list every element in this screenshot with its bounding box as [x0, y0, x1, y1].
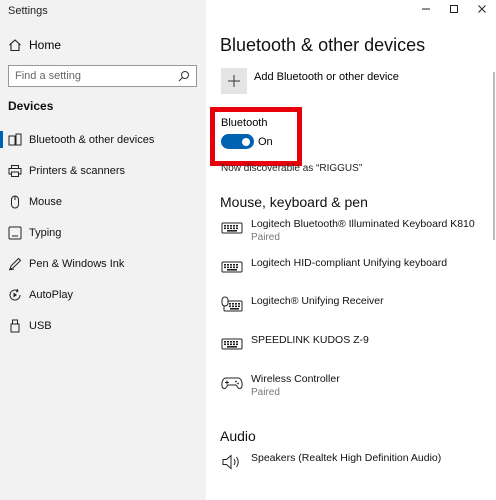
device-item-speedlink[interactable]: SPEEDLINK KUDOS Z-9: [221, 334, 369, 353]
printer-icon: [8, 164, 22, 177]
discoverable-text: Now discoverable as “RIGGUS”: [221, 163, 363, 174]
add-device-button[interactable]: Add Bluetooth or other device: [221, 68, 399, 94]
device-item-speakers[interactable]: Speakers (Realtek High Definition Audio): [221, 452, 441, 471]
device-item-wireless-controller[interactable]: Wireless Controller Paired: [221, 373, 340, 398]
device-item-hid-keyboard[interactable]: Logitech HID-compliant Unifying keyboard: [221, 257, 447, 276]
toggle-knob: [242, 137, 250, 146]
mouse-icon: [11, 195, 19, 208]
device-status: Paired: [251, 232, 280, 243]
home-icon: [9, 39, 21, 52]
sidebar-item-label: AutoPlay: [29, 288, 74, 301]
sidebar-item-label: Printers & scanners: [29, 164, 125, 177]
device-name: Wireless Controller: [251, 373, 340, 385]
device-name: Speakers (Realtek High Definition Audio): [251, 452, 442, 464]
search-input[interactable]: Find a setting: [8, 65, 197, 87]
keyboard-icon: [221, 261, 243, 273]
sidebar-item-label: Bluetooth & other devices: [29, 133, 155, 146]
sidebar-item-printers[interactable]: Printers & scanners: [0, 155, 206, 186]
home-label: Home: [29, 38, 62, 52]
app-title: Settings: [8, 5, 48, 17]
audio-section-title: Audio: [220, 428, 256, 444]
gamepad-icon: [221, 377, 243, 390]
search-icon[interactable]: [178, 70, 190, 82]
sidebar-item-pen[interactable]: Pen & Windows Ink: [0, 248, 206, 279]
bluetooth-icon: [8, 133, 22, 145]
keyboard-mouse-icon: [221, 296, 243, 312]
speaker-icon: [222, 454, 239, 470]
device-name: Logitech Bluetooth® Illuminated Keyboard…: [251, 218, 475, 230]
sidebar-item-label: USB: [29, 319, 52, 332]
sidebar-item-mouse[interactable]: Mouse: [0, 186, 206, 217]
device-item-keyboard-k810[interactable]: Logitech Bluetooth® Illuminated Keyboard…: [221, 218, 475, 243]
home-link[interactable]: Home: [8, 37, 61, 53]
sidebar-item-typing[interactable]: Typing: [0, 217, 206, 248]
bluetooth-toggle[interactable]: [221, 134, 254, 149]
sidebar-item-label: Pen & Windows Ink: [29, 257, 125, 270]
mouse-section-title: Mouse, keyboard & pen: [220, 194, 368, 210]
scrollbar[interactable]: [493, 72, 495, 240]
bluetooth-state: On: [258, 136, 273, 148]
keyboard-icon: [221, 338, 243, 350]
sidebar-nav: Bluetooth & other devices Printers & sca…: [0, 124, 206, 341]
sidebar-item-bluetooth[interactable]: Bluetooth & other devices: [0, 124, 206, 155]
device-status: Paired: [251, 387, 280, 398]
main-panel: Bluetooth & other devices Add Bluetooth …: [206, 0, 496, 500]
sidebar-item-autoplay[interactable]: AutoPlay: [0, 279, 206, 310]
plus-box: [221, 68, 247, 94]
sidebar-item-usb[interactable]: USB: [0, 310, 206, 341]
keyboard-icon: [8, 226, 22, 239]
device-name: Logitech HID-compliant Unifying keyboard: [251, 257, 448, 269]
keyboard-icon: [221, 222, 243, 234]
sidebar-item-label: Typing: [29, 226, 62, 239]
plus-icon: [228, 75, 240, 87]
device-name: SPEEDLINK KUDOS Z-9: [251, 334, 369, 346]
device-name: Logitech® Unifying Receiver: [251, 295, 384, 307]
bluetooth-label: Bluetooth: [221, 117, 268, 129]
usb-icon: [10, 319, 20, 332]
autoplay-icon: [9, 288, 21, 300]
add-device-label: Add Bluetooth or other device: [254, 71, 399, 83]
sidebar: Settings Home Find a setting Devices Blu…: [0, 0, 206, 500]
pen-icon: [8, 257, 22, 270]
page-title: Bluetooth & other devices: [220, 35, 426, 55]
section-title-devices: Devices: [8, 99, 54, 113]
search-placeholder: Find a setting: [15, 70, 82, 82]
device-item-unifying-receiver[interactable]: Logitech® Unifying Receiver: [221, 295, 384, 314]
sidebar-item-label: Mouse: [29, 195, 63, 208]
